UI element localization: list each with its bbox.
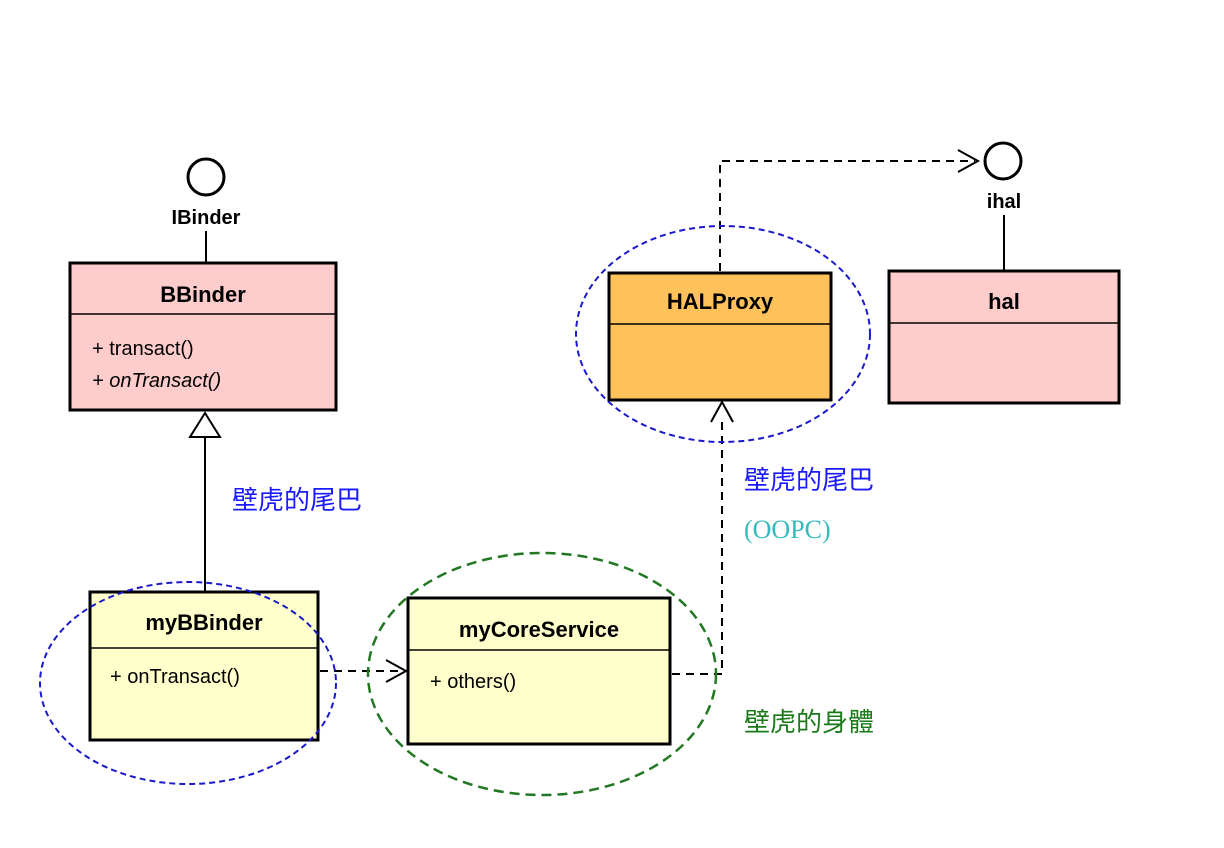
tail-note-right: 壁虎的尾巴: [744, 466, 874, 496]
halproxy-class[interactable]: HALProxy: [607, 271, 833, 402]
mycoreservice-class[interactable]: myCoreService + others(): [406, 596, 672, 746]
halproxy-class-name: HALProxy: [667, 289, 774, 314]
hal-class[interactable]: hal: [887, 269, 1121, 405]
body-note: 壁虎的身體: [744, 708, 874, 738]
dependency-line-halproxy-ihal: [719, 160, 975, 271]
dependency-arrowhead-halproxy: [710, 399, 734, 423]
ihal-interface-label: ihal: [987, 191, 1021, 213]
ihal-interface-circle: [983, 141, 1023, 181]
tail-note-left: 壁虎的尾巴: [232, 486, 362, 516]
bbinder-op-transact: + transact(): [92, 338, 194, 360]
bbinder-class[interactable]: BBinder + transact() + onTransact(): [68, 261, 338, 412]
ibinder-interface-circle: [186, 157, 226, 197]
bbinder-class-name: BBinder: [160, 282, 246, 307]
uml-diagram: IBinder BBinder + transact() + onTransac…: [39, 141, 1121, 797]
mycoreservice-op-others: + others(): [430, 671, 516, 693]
mycoreservice-class-name: myCoreService: [459, 617, 619, 642]
mybbinder-op-ontransact: + onTransact(): [110, 666, 240, 688]
mybbinder-class-name: myBBinder: [145, 610, 263, 635]
oopc-note: (OOPC): [744, 515, 831, 544]
ibinder-interface-label: IBinder: [172, 207, 241, 229]
dependency-line-coreservice-halproxy: [672, 420, 723, 675]
mybbinder-class[interactable]: myBBinder + onTransact(): [88, 590, 320, 742]
bbinder-op-ontransact: + onTransact(): [92, 370, 221, 392]
inheritance-arrowhead: [188, 411, 222, 438]
hal-class-name: hal: [988, 289, 1020, 314]
